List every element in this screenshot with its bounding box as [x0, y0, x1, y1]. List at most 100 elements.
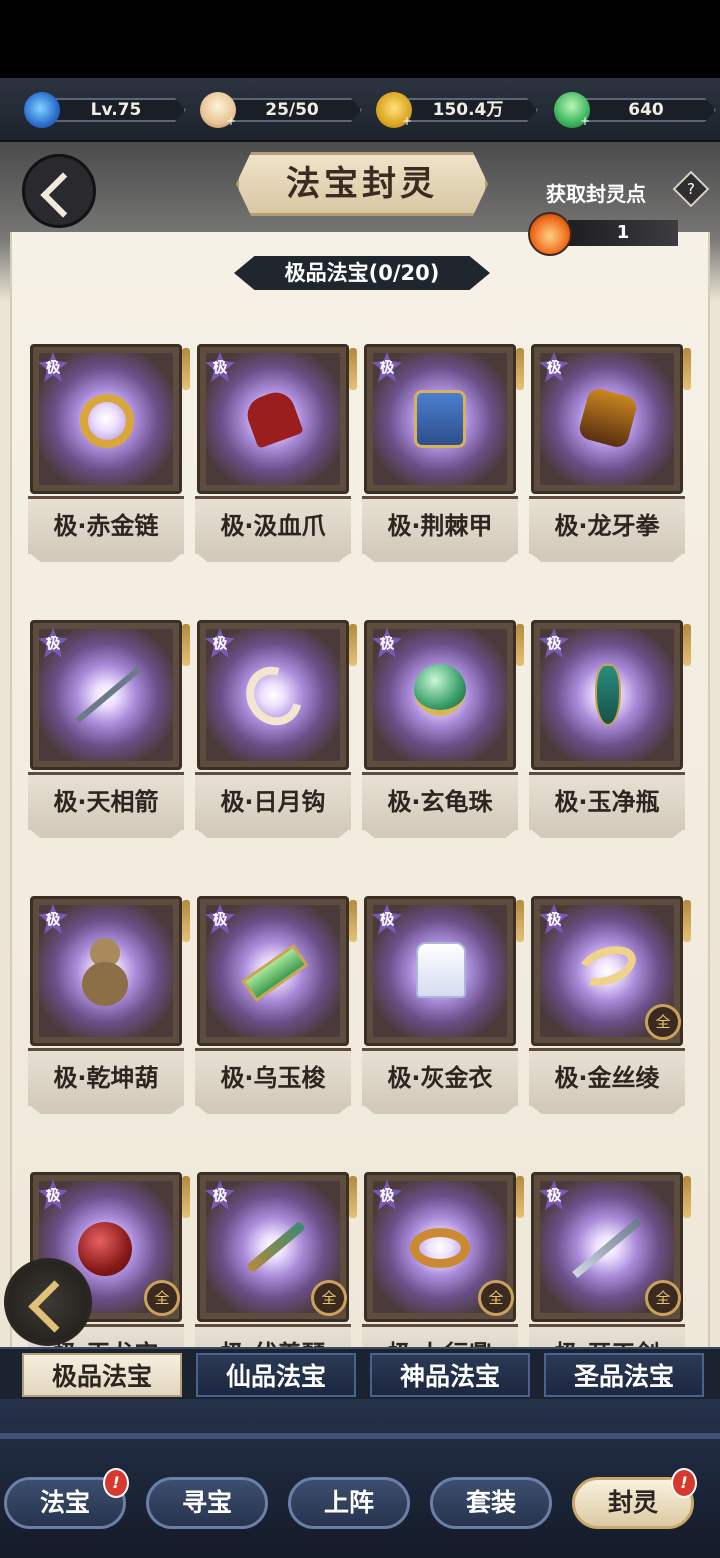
acquire-seal-points-link[interactable]: 获取封灵点	[546, 178, 646, 207]
item-name: 极·金丝绫	[554, 1064, 660, 1092]
tassel	[683, 1176, 691, 1218]
treasure-card[interactable]: 极 全 极·九行鼎	[362, 1172, 524, 1347]
set-badge-icon: 全	[144, 1280, 180, 1316]
ring-icon	[410, 1228, 470, 1268]
item-name: 极·乌玉梭	[220, 1064, 326, 1092]
tassel	[683, 348, 691, 390]
tab-immortal-treasure[interactable]: 仙品法宝	[196, 1353, 356, 1397]
seal-points-counter: 1	[528, 212, 678, 256]
alert-icon: !	[103, 1468, 129, 1498]
status-area	[0, 0, 720, 78]
nav-treasure[interactable]: 法宝 !	[4, 1468, 129, 1529]
grade-tabs: 极品法宝 仙品法宝 神品法宝 圣品法宝	[0, 1347, 720, 1399]
item-label-plate: 极·荆棘甲	[362, 496, 518, 554]
orb-icon	[78, 1222, 132, 1276]
back-button[interactable]	[22, 154, 96, 228]
item-name: 极·日月钩	[220, 788, 326, 816]
nav-seek-treasure[interactable]: 寻宝	[146, 1477, 268, 1529]
tab-holy-treasure[interactable]: 圣品法宝	[544, 1353, 704, 1397]
tassel	[516, 348, 524, 390]
tassel	[683, 624, 691, 666]
set-badge-icon: 全	[478, 1280, 514, 1316]
page-title-plate: 法宝封灵	[236, 152, 488, 216]
treasure-card[interactable]: 极 极·荆棘甲	[362, 344, 524, 562]
item-name: 极·荆棘甲	[387, 512, 493, 540]
seal-points-value: 1	[568, 220, 678, 246]
vase-icon	[595, 664, 621, 726]
item-label-plate: 极·日月钩	[195, 772, 351, 830]
jade-value: 640	[576, 98, 716, 122]
plus-icon[interactable]: +	[580, 115, 590, 127]
item-name: 极·玄龟珠	[387, 788, 493, 816]
tab-divine-treasure[interactable]: 神品法宝	[370, 1353, 530, 1397]
level-value: Lv.75	[46, 98, 186, 122]
tassel	[516, 1176, 524, 1218]
treasure-card[interactable]: 极 全 极·金丝绫	[529, 896, 691, 1114]
treasure-card[interactable]: 极 极·灰金衣	[362, 896, 524, 1114]
alert-icon: !	[671, 1468, 697, 1498]
item-label-plate: 极·伏羲琴	[195, 1324, 351, 1347]
coin-value: 150.4万	[398, 98, 538, 122]
plus-icon[interactable]: +	[402, 115, 412, 127]
resource-bar: Lv.75 25/50 + 150.4万 + 640 +	[0, 78, 720, 142]
help-button[interactable]: ?	[672, 170, 710, 208]
treasure-card[interactable]: 极 极·玄龟珠	[362, 620, 524, 838]
nav-set[interactable]: 套装	[430, 1477, 552, 1529]
treasure-card[interactable]: 极 极·赤金链	[28, 344, 190, 562]
seal-panel: 法宝封灵 获取封灵点 ? 1 极品法宝(0/20) 极 极·赤金链 极 极·汲血…	[0, 142, 720, 1347]
set-badge-icon: 全	[311, 1280, 347, 1316]
treasure-card[interactable]: 极 全 极·伏羲琴	[195, 1172, 357, 1347]
nav-deploy[interactable]: 上阵	[288, 1477, 410, 1529]
set-badge-icon: 全	[645, 1280, 681, 1316]
treasure-card[interactable]: 极 极·乌玉梭	[195, 896, 357, 1114]
nav-label: 寻宝	[181, 1488, 232, 1517]
item-label-plate: 极·汲血爪	[195, 496, 351, 554]
treasure-card[interactable]: 极 极·日月钩	[195, 620, 357, 838]
chain-icon	[80, 394, 134, 448]
item-label-plate: 极·玄龟珠	[362, 772, 518, 830]
armor-icon	[414, 390, 466, 448]
tassel	[349, 1176, 357, 1218]
nav-label: 封灵	[607, 1488, 658, 1517]
tassel	[349, 348, 357, 390]
tassel	[182, 624, 190, 666]
section-title: 极品法宝(0/20)	[284, 261, 440, 285]
item-label-plate: 极·天相箭	[28, 772, 184, 830]
treasure-card[interactable]: 极 极·龙牙拳	[529, 344, 691, 562]
item-label-plate: 极·金丝绫	[529, 1048, 685, 1106]
nav-seal[interactable]: 封灵 !	[572, 1468, 697, 1529]
treasure-card[interactable]: 极 极·天相箭	[28, 620, 190, 838]
treasure-card[interactable]: 极 极·玉净瓶	[529, 620, 691, 838]
item-name: 极·灰金衣	[387, 1064, 493, 1092]
float-menu-button[interactable]	[4, 1258, 92, 1346]
item-label-plate: 极·龙牙拳	[529, 496, 685, 554]
item-label-plate: 极·灰金衣	[362, 1048, 518, 1106]
nav-label: 上阵	[323, 1488, 374, 1517]
tab-supreme-treasure[interactable]: 极品法宝	[22, 1353, 182, 1397]
nav-label: 法宝	[39, 1488, 90, 1517]
item-name: 极·乾坤葫	[53, 1064, 159, 1092]
tassel	[349, 900, 357, 942]
nav-label: 套装	[465, 1488, 516, 1517]
treasure-card[interactable]: 极 极·乾坤葫	[28, 896, 190, 1114]
section-banner: 极品法宝(0/20)	[234, 256, 490, 290]
treasure-card[interactable]: 极 极·汲血爪	[195, 344, 357, 562]
item-name: 极·伏羲琴	[195, 1327, 351, 1347]
item-label-plate: 极·九行鼎	[362, 1324, 518, 1347]
item-name: 极·龙牙拳	[554, 512, 660, 540]
tassel	[349, 624, 357, 666]
item-name: 极·汲血爪	[220, 512, 326, 540]
tassel	[683, 900, 691, 942]
set-badge-icon: 全	[645, 1004, 681, 1040]
item-label-plate: 极·玉净瓶	[529, 772, 685, 830]
item-label-plate: 极·乌玉梭	[195, 1048, 351, 1106]
tassel	[182, 348, 190, 390]
orb-icon	[414, 664, 466, 716]
tassel	[516, 624, 524, 666]
tassel	[182, 900, 190, 942]
plus-icon[interactable]: +	[226, 115, 236, 127]
bottom-nav: 法宝 ! 寻宝 上阵 套装 封灵 !	[0, 1399, 720, 1558]
treasure-card[interactable]: 极 全 极·开天剑	[529, 1172, 691, 1347]
tassel	[516, 900, 524, 942]
item-name: 极·天相箭	[53, 788, 159, 816]
